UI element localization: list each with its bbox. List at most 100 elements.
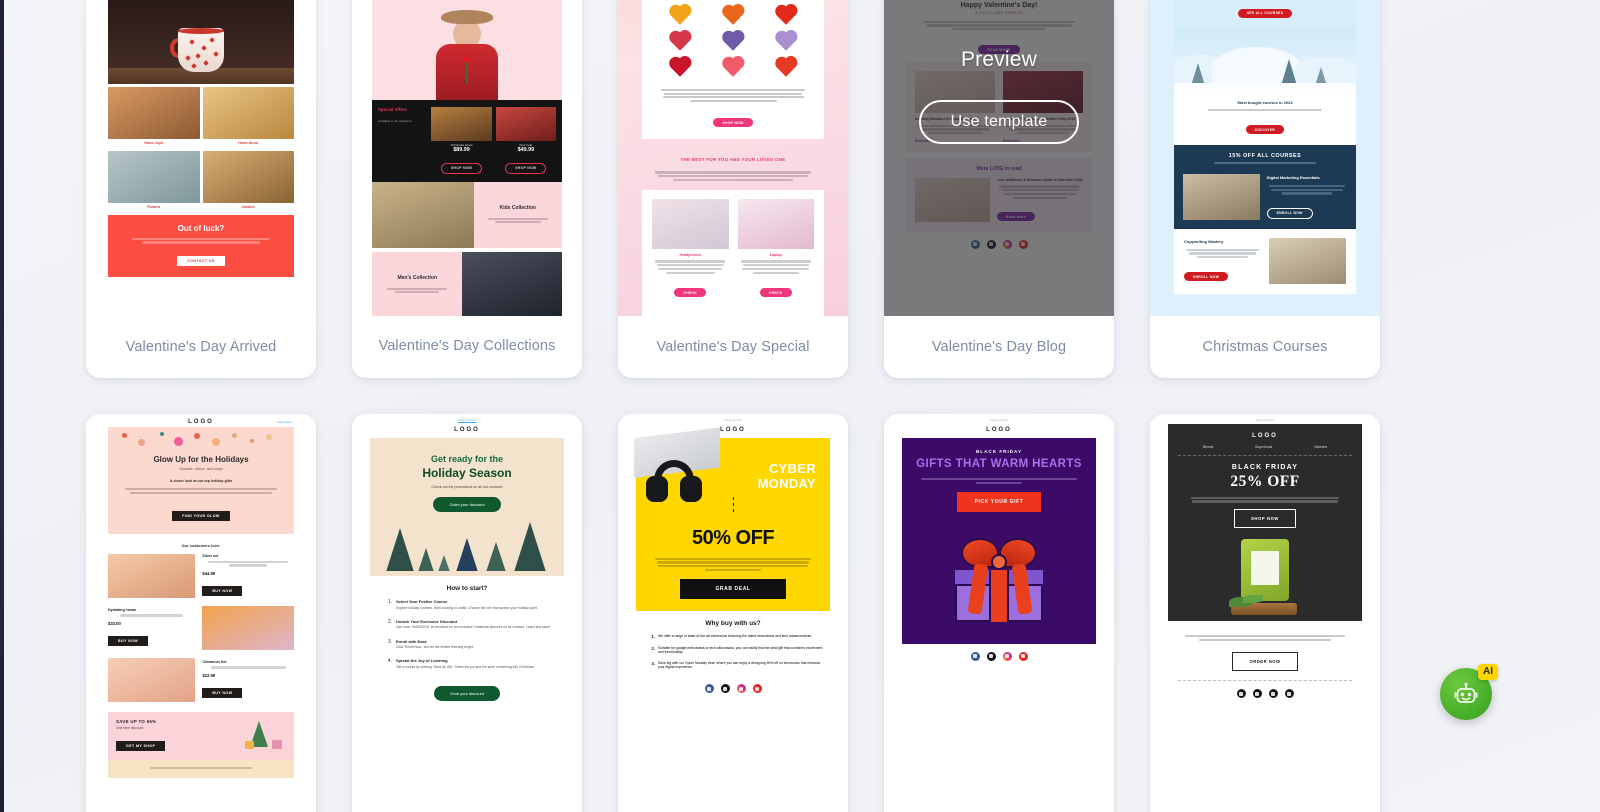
template-thumbnail: LOGO View online Glow Up for the Holiday… — [86, 414, 316, 804]
template-card-christmas-cosmetics[interactable]: LOGO View online Glow Up for the Holiday… — [86, 414, 316, 812]
youtube-icon[interactable] — [1018, 651, 1028, 661]
email-logo: LOGO — [1252, 433, 1278, 439]
offer-amount: 50% OFF — [691, 527, 775, 550]
facebook-icon[interactable] — [704, 684, 714, 694]
preheader-link[interactable]: View online — [370, 414, 564, 424]
template-thumbnail: View online LOGO Get ready for the Holid… — [352, 414, 582, 804]
hero-cta: SHOP NOW — [713, 118, 753, 128]
preheader-link[interactable]: View online — [1168, 414, 1362, 424]
template-card-title: Black Friday - Gift — [884, 804, 1114, 812]
template-card-title: Valentine's Day Collections — [378, 338, 556, 355]
email-logo: LOGO — [454, 427, 480, 433]
instagram-icon[interactable] — [1268, 689, 1278, 699]
facebook-icon[interactable] — [1236, 689, 1246, 699]
email-hero: Glow Up for the Holidays Sparkle, shine,… — [108, 427, 294, 534]
page-left-edge — [0, 0, 4, 812]
preheader-link[interactable]: View online — [902, 414, 1096, 424]
preheader-link[interactable]: View online — [636, 414, 830, 424]
template-thumbnail: LOGO Happy Valentine's Day! — [618, 0, 848, 316]
sale-banner: SAVE UP TO 65% One time discount GET MY … — [108, 711, 294, 760]
template-thumbnail: LOGO 15% OFF ALL COURSES Start 2024 with… — [1150, 0, 1380, 316]
products-block: Headphones CHECK Laptop CHECK — [642, 189, 824, 309]
kids-block: Kids Collection — [372, 182, 562, 248]
list-item: 2. Suitable for gadget enthusiasts or te… — [636, 646, 830, 661]
youtube-icon[interactable] — [752, 684, 762, 694]
list-item: 3. Save big with our Cyber Monday deal, … — [636, 661, 830, 676]
template-card-black-friday-gift[interactable]: View online LOGO BLACK FRIDAY GIFTS THAT… — [884, 414, 1114, 812]
product-cta: CHECK — [759, 288, 792, 297]
gift-illustration — [941, 524, 1057, 630]
template-grid: Shop About New In Contact Is it already … — [86, 0, 1386, 812]
hero-headline-bottom: MONDAY — [757, 475, 816, 491]
template-card-christmas-course-promo[interactable]: View online LOGO Get ready for the Holid… — [352, 414, 582, 812]
x-icon[interactable] — [1252, 689, 1262, 699]
template-card-black-friday-shop[interactable]: View online LOGO Blends Superfoods Vitam… — [1150, 414, 1380, 812]
template-card-title: Christmas Course Promo — [352, 804, 582, 812]
email-hero: 15% OFF ALL COURSES Start 2024 with new … — [1174, 0, 1356, 28]
section-intro: THE BEST FOR YOU AND YOUR LOVED ONE — [642, 139, 824, 190]
template-thumbnail: View online LOGO Blends Superfoods Vitam… — [1150, 414, 1380, 804]
template-card-valentines-day-special[interactable]: LOGO Happy Valentine's Day! — [618, 0, 848, 378]
reason-body: Suitable for gadget enthusiasts or tech … — [658, 646, 823, 655]
product-row: Hydrating cream $33.00 BUY NOW — [108, 605, 294, 658]
product-price: $33.00 — [108, 621, 121, 627]
template-card-title: Black Friday - Shop — [1150, 804, 1380, 812]
step-number: 1. — [387, 599, 392, 605]
ai-assistant-launcher[interactable]: AI — [1440, 664, 1498, 720]
reason-number: 1. — [651, 634, 655, 640]
template-gallery-page: Shop About New In Contact Is it already … — [0, 0, 1600, 812]
template-card-valentines-day-collections[interactable]: LOGO Happy Valentine's Day SEE ALL PRODU… — [352, 0, 582, 378]
template-hover-overlay: Preview Use template — [884, 0, 1114, 316]
hero-kicker: BLACK FRIDAY — [1231, 464, 1299, 471]
offer-note: Available in all collections — [378, 119, 412, 123]
hero-headline: Glow Up for the Holidays — [153, 455, 249, 464]
nav-item: Blends — [1202, 445, 1214, 449]
step-number: 4. — [387, 658, 392, 665]
tile-caption: Flowers — [147, 205, 161, 209]
trees-illustration — [382, 520, 552, 576]
template-thumbnail: Shop About New In Contact Is it already … — [86, 0, 316, 316]
preheader-link[interactable]: View online — [277, 420, 292, 424]
step-body: Click 'Enroll Now,' and let the festive … — [396, 645, 474, 650]
preview-label[interactable]: Preview — [961, 48, 1037, 72]
product-cta: CHECK — [674, 288, 707, 297]
step-body: Gift a course by clicking 'Send as Gift.… — [396, 664, 536, 669]
instagram-icon[interactable] — [736, 684, 746, 694]
list-item: 4. Spread the Joy of Learning Gift a cou… — [370, 658, 564, 678]
template-card-christmas-courses[interactable]: LOGO 15% OFF ALL COURSES Start 2024 with… — [1150, 0, 1380, 378]
tile-caption: Home Cups — [144, 141, 164, 145]
product-row: Silver set $44.99 BUY NOW — [108, 553, 294, 606]
x-icon[interactable] — [720, 684, 730, 694]
youtube-icon[interactable] — [1284, 689, 1294, 699]
template-thumbnail: View online LOGO CYBER MONDAY 50% OFF GR… — [618, 414, 848, 804]
hero-body — [652, 85, 814, 103]
how-title: How to start? — [446, 585, 488, 592]
email-logo: LOGO — [188, 419, 214, 425]
sale-cta: GET MY SHOP — [116, 741, 166, 752]
use-template-button[interactable]: Use template — [919, 100, 1079, 144]
x-icon[interactable] — [986, 651, 996, 661]
template-thumbnail: LOGO Happy Valentine's Day! A LITTLE NOT… — [884, 0, 1114, 316]
product-name: Headphones — [679, 252, 702, 257]
email-footer: Out of luck? CONTACT US — [108, 215, 294, 278]
step-number: 3. — [387, 638, 392, 645]
template-card-valentines-day-blog[interactable]: LOGO Happy Valentine's Day! A LITTLE NOT… — [884, 0, 1114, 378]
instagram-icon[interactable] — [1002, 651, 1012, 661]
template-card-valentines-day-arrived[interactable]: Shop About New In Contact Is it already … — [86, 0, 316, 378]
hero-headline-top: CYBER — [768, 461, 816, 476]
tile-caption: Candles — [241, 205, 255, 209]
template-card-title: Valentine's Day Arrived — [125, 338, 277, 355]
ai-badge: AI — [1478, 664, 1498, 680]
promo-block: 15% OFF ALL COURSES Digital Marketing Es… — [1174, 144, 1356, 229]
nav-item: Vitamins — [1314, 445, 1328, 449]
course-cta: ENROLL NOW — [1184, 272, 1229, 282]
reason-number: 3. — [651, 661, 655, 667]
footer-cta: Grab your discount — [434, 686, 500, 702]
template-card-cyber-monday-special[interactable]: View online LOGO CYBER MONDAY 50% OFF GR… — [618, 414, 848, 812]
nav-item: Superfoods — [1255, 445, 1273, 449]
product-price: $22.99 — [202, 673, 216, 679]
step-body: Explore holiday courses, from cooking to… — [396, 605, 538, 610]
facebook-icon[interactable] — [970, 651, 980, 661]
step-number: 2. — [387, 618, 392, 625]
email-hero: Get ready for the Holiday Season Check o… — [370, 438, 564, 576]
